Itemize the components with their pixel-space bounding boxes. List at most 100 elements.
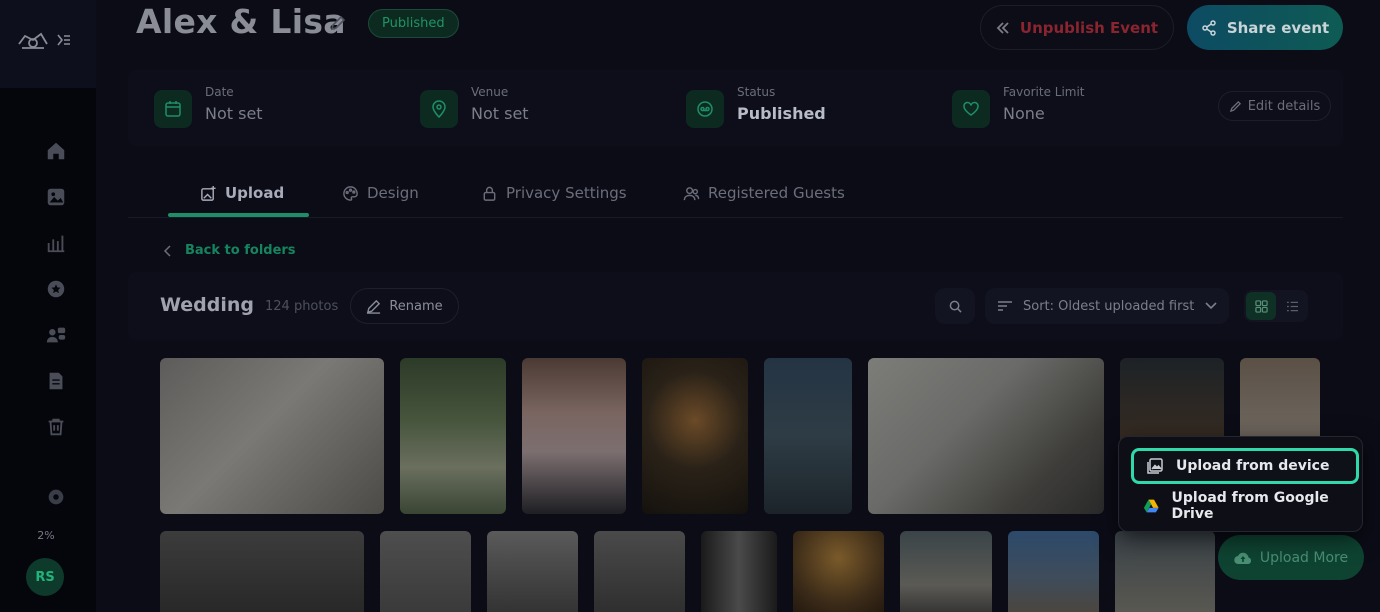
sidebar-item-team[interactable] — [42, 321, 70, 349]
upload-source-menu: Upload from device Upload from Google Dr… — [1118, 436, 1363, 532]
sidebar-item-home[interactable] — [42, 137, 70, 165]
unpublish-event-button[interactable]: Unpublish Event — [980, 5, 1174, 50]
photo-thumbnail[interactable] — [160, 531, 364, 612]
grid-view-button[interactable] — [1246, 292, 1276, 320]
calendar-icon — [165, 101, 181, 117]
sidebar-item-documents[interactable] — [42, 367, 70, 395]
upload-from-device-label: Upload from device — [1176, 458, 1330, 474]
info-venue-value: Not set — [471, 104, 529, 123]
users-icon — [683, 186, 700, 200]
photo-thumbnail[interactable] — [701, 531, 777, 612]
info-favorite-limit-label: Favorite Limit — [1003, 85, 1085, 99]
sidebar-header — [0, 0, 96, 88]
palette-icon — [343, 185, 358, 201]
gallery-icon — [47, 188, 65, 206]
unpublish-label: Unpublish Event — [1019, 18, 1159, 37]
list-view-button[interactable] — [1278, 292, 1306, 320]
upload-from-device-option[interactable]: Upload from device — [1131, 448, 1359, 484]
tab-privacy-label: Privacy Settings — [506, 184, 627, 202]
avatar[interactable]: RS — [26, 558, 64, 596]
status-badge: Published — [368, 9, 459, 38]
photo-thumbnail[interactable] — [522, 358, 626, 514]
folder-name: Wedding — [160, 294, 255, 316]
info-status-label: Status — [737, 85, 776, 99]
sidebar-item-favorites[interactable] — [42, 275, 70, 303]
photo-thumbnail[interactable] — [764, 358, 852, 514]
edit-details-label: Edit details — [1247, 98, 1321, 114]
cloud-upload-icon — [1234, 552, 1251, 564]
tab-design-label: Design — [367, 184, 419, 202]
home-icon — [47, 142, 65, 160]
tab-guests-label: Registered Guests — [708, 184, 845, 202]
analytics-icon — [47, 235, 65, 253]
photo-count: 124 photos — [265, 299, 339, 314]
info-date-label: Date — [205, 85, 234, 99]
location-pin-icon — [432, 100, 446, 118]
info-favorite-icon-wrap — [952, 90, 990, 128]
info-favorite-limit-value: None — [1003, 104, 1045, 123]
page-title: Alex & Lisa — [136, 2, 346, 41]
edit-details-button[interactable]: Edit details — [1218, 91, 1331, 121]
photo-thumbnail[interactable] — [1008, 531, 1099, 612]
logo-icon — [18, 32, 48, 49]
star-icon — [47, 280, 65, 298]
settings-icon — [48, 489, 64, 505]
event-tabs: Upload Design Privacy Settings Registere… — [128, 168, 1343, 218]
tab-design[interactable]: Design — [342, 182, 419, 204]
document-icon — [49, 372, 63, 390]
storage-percent: 2% — [37, 529, 55, 542]
sidebar-item-analytics[interactable] — [42, 229, 70, 257]
upload-from-google-drive-option[interactable]: Upload from Google Drive — [1131, 488, 1359, 524]
active-tab-indicator — [168, 213, 309, 217]
photo-thumbnail[interactable] — [594, 531, 685, 612]
tab-privacy-settings[interactable]: Privacy Settings — [481, 182, 627, 204]
search-icon — [949, 300, 962, 313]
tab-registered-guests[interactable]: Registered Guests — [683, 182, 845, 204]
info-status-value: Published — [737, 104, 826, 123]
info-venue-label: Venue — [471, 85, 509, 99]
share-label: Share event — [1226, 18, 1330, 37]
photo-thumbnail[interactable] — [400, 358, 506, 514]
info-date-value: Not set — [205, 104, 263, 123]
sidebar: 2% RS — [0, 0, 96, 612]
share-event-button[interactable]: Share event — [1187, 5, 1343, 50]
photo-thumbnail[interactable] — [900, 531, 992, 612]
rename-folder-button[interactable]: Rename — [350, 288, 459, 324]
list-icon — [1286, 301, 1298, 311]
tab-upload-label: Upload — [225, 184, 285, 202]
sidebar-item-settings[interactable] — [42, 483, 70, 511]
photo-thumbnail[interactable] — [793, 531, 884, 612]
sort-icon — [998, 301, 1012, 311]
info-status-icon-wrap — [686, 90, 724, 128]
upload-from-google-drive-label: Upload from Google Drive — [1171, 490, 1329, 522]
sort-select[interactable]: Sort: Oldest uploaded first — [985, 288, 1229, 324]
search-button[interactable] — [935, 288, 975, 324]
photo-thumbnail[interactable] — [868, 358, 1104, 514]
back-to-folders-label: Back to folders — [185, 243, 296, 258]
trash-icon — [48, 418, 64, 436]
heart-icon — [963, 101, 979, 116]
view-toggle — [1244, 290, 1308, 322]
back-to-folders-link[interactable]: Back to folders — [163, 243, 296, 258]
sidebar-item-gallery[interactable] — [42, 183, 70, 211]
upload-more-button[interactable]: Upload More — [1218, 535, 1364, 580]
sort-label: Sort: Oldest uploaded first — [1023, 298, 1195, 314]
pencil-icon — [1229, 100, 1241, 112]
edit-title-icon[interactable] — [329, 14, 347, 32]
sidebar-item-trash[interactable] — [42, 413, 70, 441]
info-date-icon-wrap — [154, 90, 192, 128]
chevron-left-icon — [163, 244, 171, 257]
upload-more-label: Upload More — [1259, 549, 1349, 566]
photo-thumbnail[interactable] — [642, 358, 748, 514]
photo-thumbnail[interactable] — [380, 531, 471, 612]
tab-upload[interactable]: Upload — [200, 182, 284, 204]
photo-thumbnail[interactable] — [487, 531, 578, 612]
google-drive-icon — [1143, 499, 1159, 513]
photo-thumbnail[interactable] — [1115, 531, 1215, 612]
status-icon — [697, 101, 713, 117]
lock-icon — [483, 186, 496, 201]
collapse-sidebar-icon[interactable] — [56, 32, 72, 48]
rename-label: Rename — [389, 298, 443, 314]
photo-thumbnail[interactable] — [160, 358, 384, 514]
photo-library-icon — [1147, 458, 1163, 474]
